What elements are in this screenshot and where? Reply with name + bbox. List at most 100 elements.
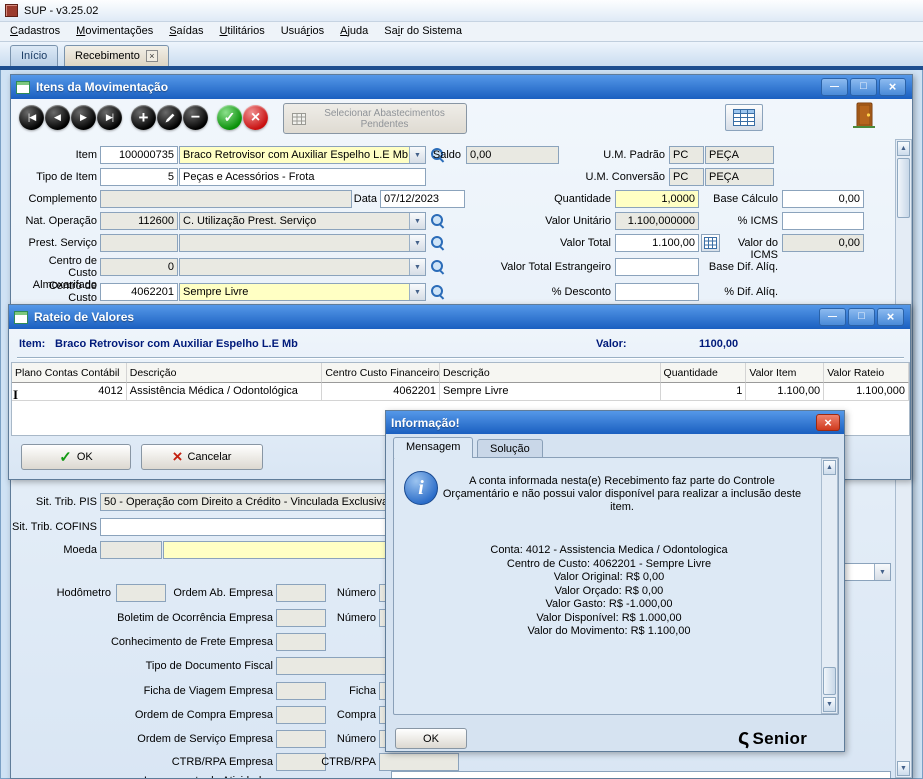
cc-financeiro-combobox[interactable]: Sempre Livre [179,283,426,301]
last-record-button[interactable] [97,105,122,130]
cc-financeiro-code-field[interactable]: 4062201 [100,283,178,301]
selecionar-abastecimentos-button[interactable]: Selecionar Abastecimentos Pendentes [283,103,467,134]
hodometro-field[interactable] [116,584,166,602]
ctrb-rpa-empresa-field[interactable] [276,753,326,771]
menu-item-utilitarios[interactable]: Utilitários [211,22,272,41]
saldo-field[interactable]: 0,00 [466,146,559,164]
complemento-field[interactable] [100,190,352,208]
edit-record-button[interactable] [157,105,182,130]
scroll-thumb[interactable] [823,667,836,695]
prest-servico-combobox[interactable] [179,234,426,252]
close-button[interactable] [879,78,906,96]
dialog-titlebar[interactable]: Informação! [386,411,844,434]
boletim-ocorrencia-field[interactable] [276,609,326,627]
rateio-column-header[interactable]: Quantidade [661,363,747,383]
next-record-button[interactable] [71,105,96,130]
menu-item-usuarios[interactable]: Usuários [273,22,332,41]
ordem-ab-empresa-field[interactable] [276,584,326,602]
valor-total-estrangeiro-field[interactable] [615,258,699,276]
previous-record-button[interactable] [45,105,70,130]
rateio-column-header[interactable]: Descrição [440,363,661,383]
quantidade-field[interactable]: 1,0000 [615,190,699,208]
ordem-servico-field[interactable] [276,730,326,748]
scroll-down-button[interactable] [823,697,836,712]
tipo-documento-fiscal-field[interactable] [276,657,388,675]
rateio-ok-button[interactable]: ✓ OK [21,444,131,470]
um-padrao-desc-field[interactable]: PEÇA [705,146,774,164]
cc-almoxarifado-combobox[interactable] [179,258,426,276]
delete-record-button[interactable] [183,105,208,130]
maximize-button[interactable] [848,308,875,326]
rateio-column-header[interactable]: Plano Contas Contábil [12,363,127,383]
item-desc-combobox[interactable]: Braco Retrovisor com Auxiliar Espelho L.… [179,146,426,164]
cc-financeiro-search-icon[interactable] [431,285,446,300]
menu-item-sair-do-sistema[interactable]: Sair do Sistema [376,22,470,41]
grid-view-button[interactable] [725,104,763,131]
rateio-cell[interactable]: 1.100,00 [746,383,824,401]
tab-recebimento[interactable]: Recebimento [64,45,169,66]
rateio-cancelar-button[interactable]: × Cancelar [141,444,263,470]
rateio-cell[interactable]: Sempre Livre [440,383,661,401]
scroll-up-button[interactable] [897,141,910,156]
tab-close-icon[interactable] [146,50,158,62]
um-conversao-desc-field[interactable]: PEÇA [705,168,774,186]
tipo-item-code-field[interactable]: 5 [100,168,178,186]
calculator-button[interactable] [701,234,720,252]
valor-icms-field[interactable]: 0,00 [782,234,864,252]
rateio-cell[interactable]: 4062201 [322,383,440,401]
dialog-ok-button[interactable]: OK [395,728,467,749]
valor-total-field[interactable]: 1.100,00 [615,234,699,252]
menu-item-movimentacoes[interactable]: Movimentações [68,22,161,41]
nat-operacao-search-icon[interactable] [431,214,446,229]
rateio-cell[interactable]: 1.100,000 [824,383,909,401]
ficha-viagem-field[interactable] [276,682,326,700]
valor-unitario-field[interactable]: 1.100,000000 [615,212,699,230]
prest-servico-search-icon[interactable] [431,236,446,251]
cc-almoxarifado-search-icon[interactable] [431,260,446,275]
add-record-button[interactable] [131,105,156,130]
rateio-column-header[interactable]: Valor Rateio [824,363,909,383]
tipo-item-desc-field[interactable]: Peças e Acessórios - Frota [179,168,426,186]
prest-servico-code-field[interactable] [100,234,178,252]
close-button[interactable] [877,308,904,326]
itens-titlebar[interactable]: Itens da Movimentação [11,75,912,99]
rateio-table-row[interactable]: 4012Assistência Médica / Odontológica406… [12,383,909,401]
tab-inicio[interactable]: Início [10,45,58,66]
minimize-button[interactable] [819,308,846,326]
confirm-button[interactable] [217,105,242,130]
first-record-button[interactable] [19,105,44,130]
item-code-field[interactable]: 100000735 [100,146,178,164]
scroll-thumb[interactable] [897,158,910,218]
rateio-column-header[interactable]: Valor Item [746,363,824,383]
rateio-cell[interactable]: Assistência Médica / Odontológica [127,383,323,401]
moeda-code-field[interactable] [100,541,162,559]
cancel-record-button[interactable] [243,105,268,130]
lancamento-atividades-field[interactable] [391,771,891,779]
ordem-compra-field[interactable] [276,706,326,724]
scroll-up-button[interactable] [823,460,836,475]
minimize-button[interactable] [821,78,848,96]
cc-almoxarifado-code-field[interactable]: 0 [100,258,178,276]
conhecimento-frete-field[interactable] [276,633,326,651]
menu-item-cadastros[interactable]: Cadastros [2,22,68,41]
rateio-cell[interactable]: 1 [661,383,747,401]
nat-operacao-code-field[interactable]: 112600 [100,212,178,230]
tab-mensagem[interactable]: Mensagem [393,437,473,458]
exit-door-icon[interactable] [851,101,877,132]
um-conversao-sigla-field[interactable]: PC [669,168,704,186]
nat-operacao-combobox[interactable]: C. Utilização Prest. Serviço [179,212,426,230]
scroll-down-button[interactable] [897,761,910,776]
rateio-cell[interactable]: 4012 [12,383,127,401]
dialog-close-button[interactable] [816,414,840,431]
ctrb-rpa-field[interactable] [379,753,459,771]
menu-item-saidas[interactable]: Saídas [161,22,211,41]
dialog-scrollbar[interactable] [821,458,838,714]
base-calculo-field[interactable]: 0,00 [782,190,864,208]
rateio-titlebar[interactable]: Rateio de Valores [9,305,910,329]
rateio-column-header[interactable]: Centro Custo Financeiro [322,363,440,383]
maximize-button[interactable] [850,78,877,96]
tab-solucao[interactable]: Solução [477,439,543,458]
menu-item-ajuda[interactable]: Ajuda [332,22,376,41]
perc-icms-field[interactable] [782,212,864,230]
rateio-column-header[interactable]: Descrição [127,363,323,383]
